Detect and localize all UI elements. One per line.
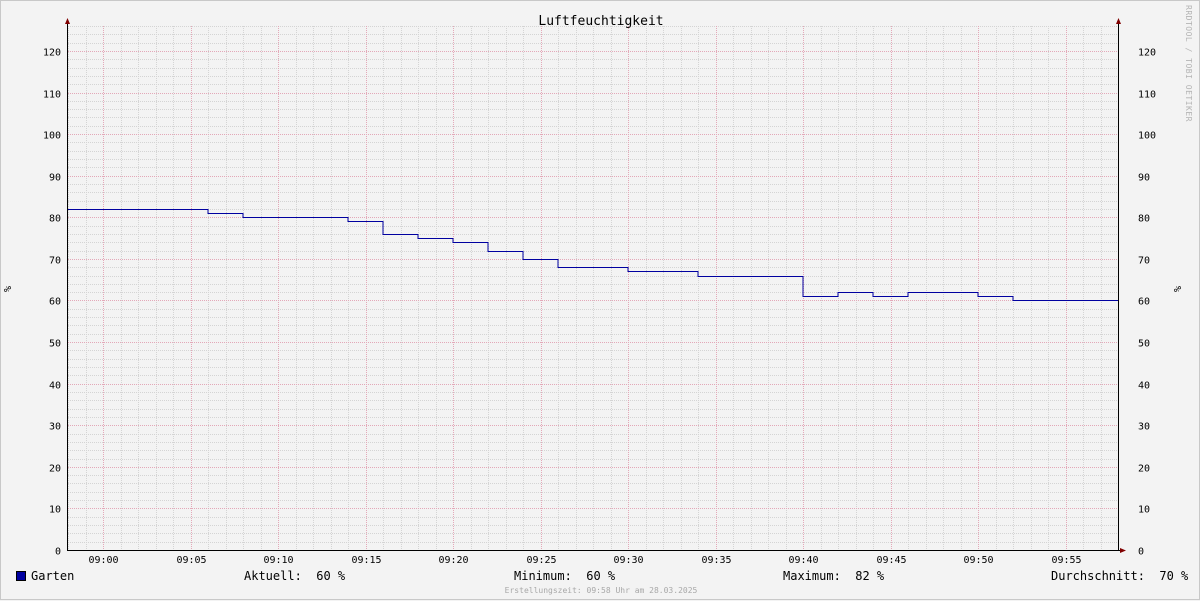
creation-time-footer: Erstellungszeit: 09:58 Uhr am 28.03.2025 (504, 586, 698, 595)
y-tick-label-right: 90 (1138, 173, 1150, 184)
humidity-chart: 0 10 20 30 40 50 60 70 80 90 100 110 120 0 10 20 30 40 50… (3, 14, 1184, 566)
axes (65, 18, 1126, 553)
y-axis-arrow-left (65, 18, 70, 24)
x-tick-label: 09:30 (613, 555, 643, 566)
y-axis-label-left: % (3, 286, 14, 292)
rrdtool-watermark: RRDTOOL / TOBI OETIKER (1184, 5, 1193, 122)
y-tick-label-right: 0 (1138, 547, 1144, 558)
legend-series-name: Garten (31, 569, 75, 583)
x-tick-label: 09:45 (876, 555, 906, 566)
y-tick-label-left: 0 (55, 547, 61, 558)
x-tick-label: 09:40 (788, 555, 818, 566)
x-tick-label: 09:20 (438, 555, 468, 566)
legend-maximum: Maximum: 82 % (783, 569, 885, 583)
x-tick-label: 09:25 (526, 555, 556, 566)
x-tick-label: 09:05 (176, 555, 206, 566)
y-tick-label-right: 120 (1138, 48, 1156, 59)
y-tick-label-right: 80 (1138, 214, 1150, 225)
y-tick-label-left: 80 (49, 214, 61, 225)
y-tick-label-left: 40 (49, 381, 61, 392)
y-axis-label-right: % (1173, 286, 1184, 292)
x-tick-label: 09:00 (88, 555, 118, 566)
x-tick-label: 09:50 (963, 555, 993, 566)
y-tick-labels-left: 0 10 20 30 40 50 60 70 80 90 100 110 120 (43, 48, 61, 558)
y-tick-label-left: 10 (49, 505, 61, 516)
legend-aktuell: Aktuell: 60 % (244, 569, 346, 583)
y-tick-label-left: 110 (43, 90, 61, 101)
y-tick-label-right: 70 (1138, 256, 1150, 267)
y-tick-label-left: 30 (49, 422, 61, 433)
chart-frame: 0 10 20 30 40 50 60 70 80 90 100 110 120 0 10 20 30 40 50… (0, 0, 1200, 600)
y-tick-label-right: 20 (1138, 464, 1150, 475)
chart-title: Luftfeuchtigkeit (538, 14, 663, 29)
legend-minimum: Minimum: 60 % (514, 569, 616, 583)
legend-durchschnitt: Durchschnitt: 70 % (1051, 569, 1189, 583)
y-tick-label-right: 60 (1138, 297, 1150, 308)
x-tick-label: 09:10 (263, 555, 293, 566)
x-tick-label: 09:15 (351, 555, 381, 566)
y-tick-label-right: 110 (1138, 90, 1156, 101)
y-tick-label-left: 20 (49, 464, 61, 475)
y-tick-label-left: 70 (49, 256, 61, 267)
y-tick-label-left: 90 (49, 173, 61, 184)
y-tick-label-right: 50 (1138, 339, 1150, 350)
y-axis-arrow-right (1116, 18, 1121, 24)
y-tick-label-right: 10 (1138, 505, 1150, 516)
legend-swatch-garten (16, 571, 26, 581)
y-tick-label-left: 60 (49, 297, 61, 308)
x-axis-arrow (1120, 548, 1126, 553)
y-tick-label-left: 100 (43, 131, 61, 142)
y-tick-label-left: 50 (49, 339, 61, 350)
legend: Garten Aktuell: 60 % Minimum: 60 % Maxim… (1, 567, 1200, 587)
x-tick-label: 09:35 (701, 555, 731, 566)
y-tick-labels-right: 0 10 20 30 40 50 60 70 80 90 100 110 120 (1138, 48, 1156, 558)
y-tick-label-right: 100 (1138, 131, 1156, 142)
y-tick-label-left: 120 (43, 48, 61, 59)
minor-grid (68, 26, 1119, 550)
y-tick-label-right: 30 (1138, 422, 1150, 433)
x-tick-labels: 09:00 09:05 09:10 09:15 09:20 09:25 09:30 09:35… (88, 555, 1081, 566)
y-tick-label-right: 40 (1138, 381, 1150, 392)
x-tick-label: 09:55 (1051, 555, 1081, 566)
